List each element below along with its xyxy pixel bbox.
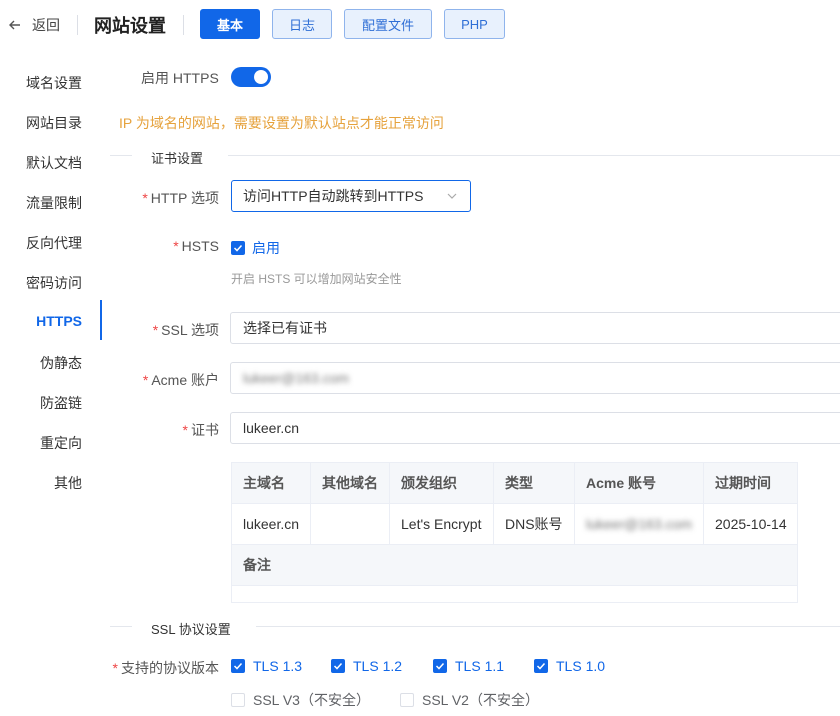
- sidebar-active-indicator: [100, 300, 102, 340]
- table-row: lukeer.cn Let's Encrypt DNS账号 lukeer@163…: [231, 503, 798, 545]
- table-cell: 2025-10-14: [703, 503, 798, 545]
- section-divider: [256, 626, 840, 627]
- note-cell: [231, 585, 798, 603]
- sidebar-item-hotlink[interactable]: 防盗链: [40, 393, 82, 413]
- section-divider: [110, 626, 132, 627]
- cert-section-title: 证书设置: [151, 151, 204, 166]
- protocol-version-label: * 支持的协议版本: [112, 660, 219, 676]
- tls11-checkbox[interactable]: TLS 1.1: [433, 658, 504, 674]
- table-cell: Let's Encrypt: [389, 503, 494, 545]
- header-divider: [183, 15, 184, 35]
- acme-account-select[interactable]: lukeer@163.com: [230, 362, 840, 394]
- checkbox-checked-icon[interactable]: [534, 659, 548, 673]
- table-cell: lukeer.cn: [231, 503, 311, 545]
- sidebar-item-reverse-proxy[interactable]: 反向代理: [26, 233, 82, 253]
- ssl-protocol-section-title: SSL 协议设置: [151, 622, 231, 637]
- sidebar-item-traffic-limit[interactable]: 流量限制: [26, 193, 82, 213]
- ssl-option-value: 选择已有证书: [243, 320, 327, 336]
- table-note-row: 备注: [231, 544, 798, 586]
- sidebar-item-rewrite[interactable]: 伪静态: [40, 353, 82, 373]
- toggle-knob: [254, 70, 268, 84]
- page-title: 网站设置: [94, 16, 166, 36]
- https-notice: IP 为域名的网站，需要设置为默认站点才能正常访问: [119, 115, 444, 131]
- acme-account-cell: lukeer@163.com: [586, 516, 693, 532]
- note-header: 备注: [231, 544, 798, 586]
- col-header: 颁发组织: [389, 462, 494, 504]
- acme-account-value: lukeer@163.com: [243, 370, 350, 386]
- table-cell: lukeer@163.com: [574, 503, 704, 545]
- sidebar-item-site-dir[interactable]: 网站目录: [26, 113, 82, 133]
- arrow-left-icon: [9, 20, 20, 30]
- back-label: 返回: [32, 17, 60, 33]
- tab-php[interactable]: PHP: [444, 9, 505, 39]
- sidebar-item-other[interactable]: 其他: [54, 473, 82, 493]
- tab-logs[interactable]: 日志: [272, 9, 332, 39]
- sidebar-item-default-doc[interactable]: 默认文档: [26, 153, 82, 173]
- checkbox-checked-icon[interactable]: [433, 659, 447, 673]
- tls13-label: TLS 1.3: [253, 658, 303, 674]
- table-note-content-row: [231, 585, 798, 603]
- col-header: 类型: [493, 462, 575, 504]
- section-divider: [228, 155, 840, 156]
- certificate-select[interactable]: lukeer.cn: [230, 412, 840, 444]
- col-header: 主域名: [231, 462, 311, 504]
- sslv2-checkbox[interactable]: SSL V2（不安全）: [400, 690, 539, 710]
- col-header: 过期时间: [703, 462, 798, 504]
- http-option-select[interactable]: 访问HTTP自动跳转到HTTPS: [231, 180, 471, 212]
- sslv3-label: SSL V3（不安全）: [253, 692, 370, 708]
- checkbox-checked-icon[interactable]: [231, 659, 245, 673]
- tab-config-file[interactable]: 配置文件: [344, 9, 432, 39]
- hsts-enable-label: 启用: [252, 240, 280, 256]
- https-label: 启用 HTTPS: [141, 70, 219, 86]
- https-toggle[interactable]: [231, 67, 271, 87]
- hsts-hint: 开启 HSTS 可以增加网站安全性: [231, 272, 402, 286]
- tls11-label: TLS 1.1: [455, 658, 505, 674]
- section-divider: [110, 155, 132, 156]
- sidebar-item-password-access[interactable]: 密码访问: [26, 273, 82, 293]
- tls10-label: TLS 1.0: [556, 658, 606, 674]
- sslv3-checkbox[interactable]: SSL V3（不安全）: [231, 690, 370, 710]
- ssl-option-label: * SSL 选项: [152, 322, 219, 338]
- acme-account-label: * Acme 账户: [142, 372, 219, 388]
- hsts-label: * HSTS: [173, 238, 219, 254]
- table-cell: DNS账号: [493, 503, 575, 545]
- chevron-down-icon: [447, 193, 457, 199]
- http-option-label: * HTTP 选项: [142, 190, 219, 206]
- header-divider: [77, 15, 78, 35]
- http-option-value: 访问HTTP自动跳转到HTTPS: [243, 188, 424, 204]
- checkbox-unchecked-icon[interactable]: [400, 693, 414, 707]
- ssl-option-select[interactable]: 选择已有证书: [230, 312, 840, 344]
- certificate-value: lukeer.cn: [243, 420, 300, 436]
- sidebar-item-domain[interactable]: 域名设置: [26, 73, 82, 93]
- tls13-checkbox[interactable]: TLS 1.3: [231, 658, 302, 674]
- sslv2-label: SSL V2（不安全）: [422, 692, 539, 708]
- tls10-checkbox[interactable]: TLS 1.0: [534, 658, 605, 674]
- hsts-checkbox[interactable]: 启用: [231, 238, 280, 258]
- tls12-label: TLS 1.2: [353, 658, 403, 674]
- table-header-row: 主域名 其他域名 颁发组织 类型 Acme 账号 过期时间: [231, 462, 798, 504]
- certificate-table: 主域名 其他域名 颁发组织 类型 Acme 账号 过期时间 lukeer.cn …: [231, 462, 798, 603]
- table-cell: [310, 503, 390, 545]
- tls12-checkbox[interactable]: TLS 1.2: [331, 658, 402, 674]
- col-header: 其他域名: [310, 462, 390, 504]
- tab-basic[interactable]: 基本: [200, 9, 260, 39]
- checkbox-checked-icon[interactable]: [231, 241, 245, 255]
- certificate-label: * 证书: [182, 422, 219, 438]
- checkbox-unchecked-icon[interactable]: [231, 693, 245, 707]
- col-header: Acme 账号: [574, 462, 704, 504]
- sidebar-item-https[interactable]: HTTPS: [36, 313, 82, 329]
- checkbox-checked-icon[interactable]: [331, 659, 345, 673]
- sidebar-item-redirect[interactable]: 重定向: [40, 433, 82, 453]
- back-button[interactable]: 返回: [8, 15, 60, 35]
